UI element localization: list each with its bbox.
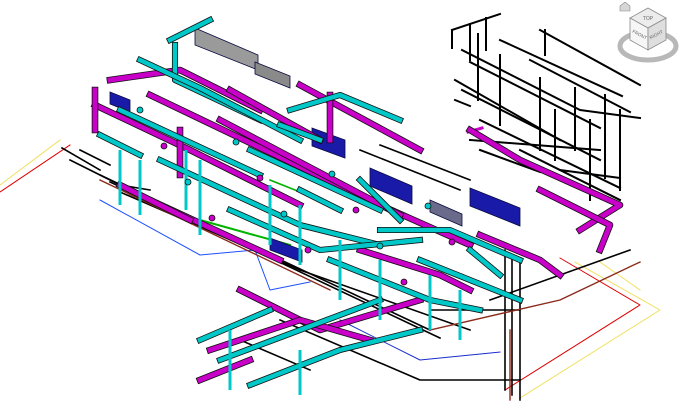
viewcube-top-label: TOP bbox=[643, 16, 654, 22]
pipe-run bbox=[78, 148, 112, 167]
air-handling-unit bbox=[194, 27, 259, 71]
return-duct bbox=[196, 356, 254, 384]
duct-fitting bbox=[280, 210, 288, 218]
duct-fitting bbox=[256, 174, 264, 182]
fan-coil-unit bbox=[469, 187, 521, 227]
mep-model-canvas[interactable] bbox=[0, 0, 680, 404]
grid-line bbox=[504, 257, 641, 391]
return-duct bbox=[116, 181, 194, 224]
duct-fitting bbox=[304, 246, 312, 254]
structural-member bbox=[468, 60, 602, 130]
duct-fitting bbox=[352, 206, 360, 214]
duct-fitting bbox=[400, 278, 408, 286]
supply-duct bbox=[466, 246, 504, 279]
structural-member bbox=[453, 98, 472, 108]
home-icon[interactable] bbox=[619, 2, 631, 12]
pipe-runs bbox=[60, 118, 641, 401]
duct-fitting bbox=[376, 242, 384, 250]
duct-fitting bbox=[208, 214, 216, 222]
viewcube-icon[interactable]: TOP FRONT RIGHT bbox=[614, 2, 680, 76]
structural-member bbox=[478, 118, 622, 190]
duct-fitting bbox=[232, 138, 240, 146]
air-handling-unit bbox=[254, 61, 291, 89]
structural-member bbox=[460, 88, 602, 162]
duct-fitting bbox=[136, 106, 144, 114]
3d-viewport[interactable]: TOP FRONT RIGHT bbox=[0, 0, 680, 404]
pipe-run bbox=[378, 143, 472, 182]
grid-line bbox=[599, 261, 641, 291]
grid-line bbox=[0, 139, 61, 186]
duct-fitting bbox=[424, 202, 432, 210]
structural-member bbox=[450, 12, 502, 32]
duct-fitting bbox=[328, 170, 336, 178]
duct-fitting bbox=[160, 142, 168, 150]
return-ducts bbox=[90, 66, 624, 385]
duct-fitting bbox=[184, 178, 192, 186]
duct-fitting bbox=[448, 238, 456, 246]
supply-duct bbox=[296, 186, 344, 214]
grid-line bbox=[0, 144, 71, 193]
pipe-run-highlight bbox=[99, 179, 331, 291]
fan-coil-unit bbox=[429, 199, 463, 227]
